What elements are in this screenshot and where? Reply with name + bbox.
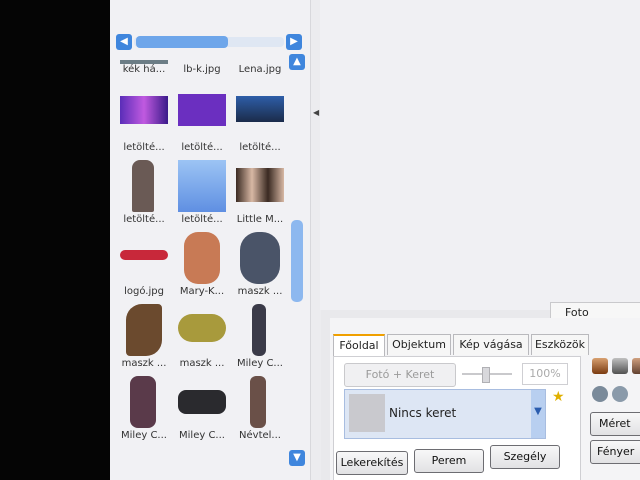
thumbnail-label: Little M... <box>236 214 284 225</box>
thumbnail-item[interactable]: Névtel... <box>232 372 288 448</box>
thumbnail-image <box>250 376 266 428</box>
thumbnail-item[interactable]: maszk ... <box>232 228 288 304</box>
thumbnail-label: letölté... <box>239 142 281 153</box>
shape-icon[interactable] <box>632 358 640 374</box>
thumbnail-image <box>240 232 280 284</box>
flip-icon[interactable] <box>612 386 628 402</box>
thumbnail-row: logó.jpg Mary-K... maszk ... <box>116 228 292 304</box>
zoom-input[interactable]: 100% <box>522 363 568 385</box>
thumbnail-image <box>132 160 154 212</box>
horizontal-scrollbar[interactable]: ◀ ▶ <box>114 30 304 52</box>
thumbnail-label: maszk ... <box>121 358 167 369</box>
thumbnail-row: letölté... letölté... Little M... <box>116 156 292 232</box>
thumbnail-label: Miley C... <box>179 430 225 441</box>
thumbnail-image <box>120 96 168 124</box>
scroll-right-icon[interactable]: ▶ <box>286 34 302 50</box>
frame-preview <box>349 394 385 432</box>
vertical-scroll-thumb[interactable] <box>291 220 303 302</box>
rounding-button[interactable]: Lekerekítés <box>336 451 408 475</box>
thumbnail-image <box>236 168 284 202</box>
margin-button[interactable]: Perem <box>414 449 484 473</box>
thumbnail-item[interactable]: Miley C... <box>232 300 288 376</box>
border-button[interactable]: Szegély <box>490 445 560 469</box>
thumbnail-grid: kék há... lb-k.jpg Lena.jpg letölté... l… <box>116 58 292 478</box>
thumbnail-image <box>178 314 226 342</box>
thumbnail-image <box>178 94 226 126</box>
thumbnail-image <box>236 96 284 122</box>
thumbnail-label: Miley C... <box>237 358 283 369</box>
collapse-arrow-icon[interactable]: ◀ <box>313 108 319 117</box>
thumbnail-row: letölté... letölté... letölté... <box>116 84 292 160</box>
thumbnail-item[interactable]: letölté... <box>232 84 288 160</box>
thumbnail-label: Miley C... <box>121 430 167 441</box>
thumbnail-label: letölté... <box>123 142 165 153</box>
thumbnail-label: maszk ... <box>237 286 283 297</box>
thumbnail-image <box>178 160 226 212</box>
tab-tools[interactable]: Eszközök <box>531 334 589 355</box>
thumbnail-item[interactable]: maszk ... <box>174 300 230 376</box>
thumbnail-label: Lena.jpg <box>238 64 282 75</box>
thumbnail-image <box>120 250 168 260</box>
thumbnail-label: Névtel... <box>239 430 281 441</box>
thumbnail-image <box>130 376 156 428</box>
thumbnail-image <box>178 390 226 414</box>
thumbnail-panel: ◀ ▶ kék há... lb-k.jpg Lena.jpg letölté.… <box>110 0 310 480</box>
thumbnail-item[interactable]: letölté... <box>116 84 172 160</box>
thumbnail-item[interactable]: Mary-K... <box>174 228 230 304</box>
thumbnail-label: lb-k.jpg <box>183 64 221 75</box>
tab-main[interactable]: Főoldal <box>333 334 385 356</box>
thumbnail-label: letölté... <box>181 142 223 153</box>
thumbnail-label: Mary-K... <box>179 286 225 297</box>
canvas-area[interactable] <box>320 0 640 310</box>
thumbnail-item[interactable]: lb-k.jpg <box>174 58 230 78</box>
thumbnail-label: kék há... <box>122 64 166 75</box>
scroll-left-icon[interactable]: ◀ <box>116 34 132 50</box>
thumbnail-label: letölté... <box>123 214 165 225</box>
horizontal-scroll-thumb[interactable] <box>136 36 228 48</box>
thumbnail-item[interactable]: maszk ... <box>116 300 172 376</box>
rotate-icon[interactable] <box>592 386 608 402</box>
brightness-button[interactable]: Fényer <box>590 440 640 464</box>
thumbnail-item[interactable]: logó.jpg <box>116 228 172 304</box>
thumbnail-label: maszk ... <box>179 358 225 369</box>
shape-icon[interactable] <box>592 358 608 374</box>
shape-icon[interactable] <box>612 358 628 374</box>
thumbnail-item[interactable]: Little M... <box>232 156 288 232</box>
home-tab-content: Fotó + Keret 100% Nincs keret ▼ ★ Lekere… <box>333 356 581 480</box>
thumbnail-image <box>252 304 266 356</box>
star-icon[interactable]: ★ <box>552 389 565 405</box>
thumbnail-image <box>184 232 220 284</box>
tab-crop[interactable]: Kép vágása <box>453 334 529 355</box>
screen: ◀ ▶ kék há... lb-k.jpg Lena.jpg letölté.… <box>110 0 640 480</box>
thumbnail-item[interactable]: Miley C... <box>174 372 230 448</box>
thumbnail-label: letölté... <box>181 214 223 225</box>
thumbnail-item[interactable]: letölté... <box>174 156 230 232</box>
right-tool-group: Méret Fényer <box>590 352 640 480</box>
frame-select-value: Nincs keret <box>389 406 457 420</box>
thumbnail-image <box>126 304 162 356</box>
thumbnail-item[interactable]: Miley C... <box>116 372 172 448</box>
thumbnail-item[interactable]: letölté... <box>116 156 172 232</box>
thumbnail-item[interactable]: Lena.jpg <box>232 58 288 78</box>
thumbnail-item[interactable]: letölté... <box>174 84 230 160</box>
thumbnail-row: Miley C... Miley C... Névtel... <box>116 372 292 448</box>
resize-button[interactable]: Méret <box>590 412 640 436</box>
thumbnail-item[interactable]: kék há... <box>116 58 172 78</box>
vertical-scrollbar[interactable]: ▲ ▼ <box>288 52 306 472</box>
scroll-down-icon[interactable]: ▼ <box>289 450 305 466</box>
thumbnail-row: maszk ... maszk ... Miley C... <box>116 300 292 376</box>
tab-object[interactable]: Objektum <box>387 334 451 355</box>
chevron-down-icon[interactable]: ▼ <box>531 390 545 438</box>
frame-select[interactable]: Nincs keret ▼ <box>344 389 546 439</box>
photo-frame-button[interactable]: Fotó + Keret <box>344 363 456 387</box>
thumbnail-row: kék há... lb-k.jpg Lena.jpg <box>116 58 292 78</box>
scroll-up-icon[interactable]: ▲ <box>289 54 305 70</box>
thumbnail-label: logó.jpg <box>124 286 164 297</box>
zoom-slider-handle[interactable] <box>482 367 490 383</box>
